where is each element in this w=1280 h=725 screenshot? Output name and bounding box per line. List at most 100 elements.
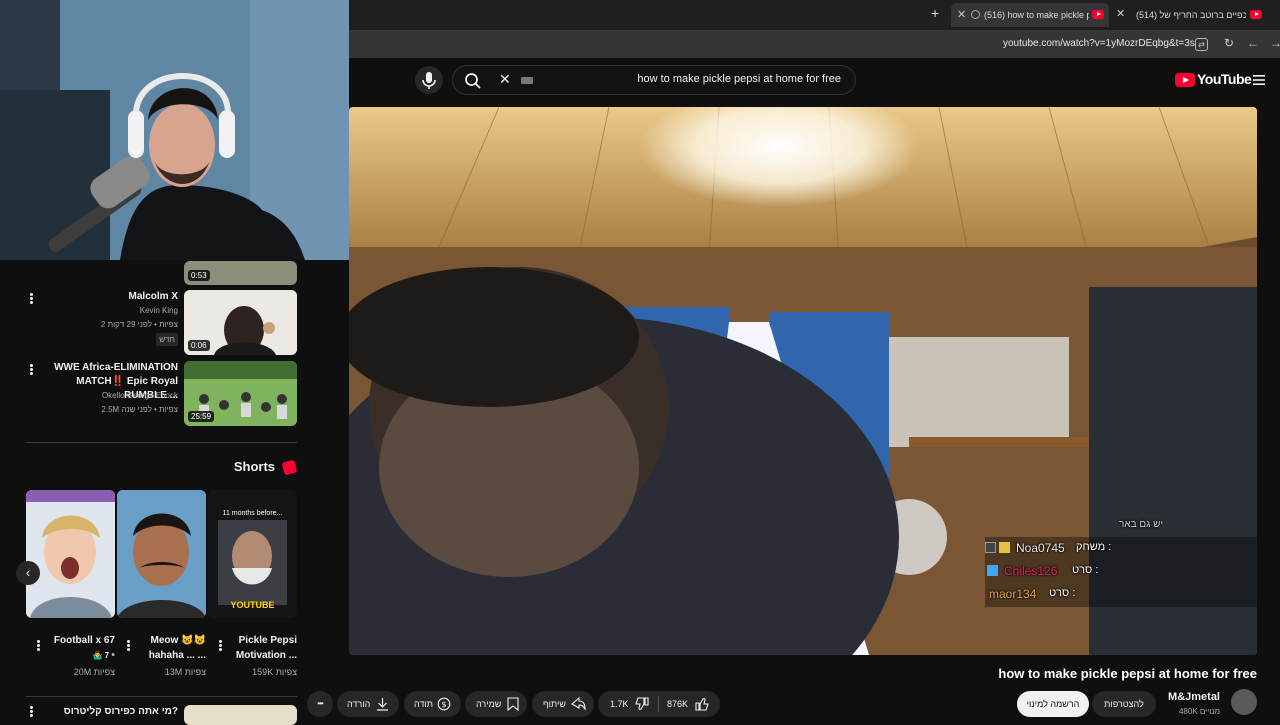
new-badge: חדש bbox=[156, 333, 178, 346]
like-count: 876K bbox=[667, 699, 689, 709]
tab-close-icon[interactable]: ✕ bbox=[1116, 7, 1125, 20]
thumbs-up-icon bbox=[695, 698, 709, 711]
tab-active[interactable]: ✕ (516) how to make pickle p bbox=[951, 3, 1109, 27]
thumbs-down-icon bbox=[635, 697, 649, 710]
youtube-logo-icon[interactable] bbox=[1175, 73, 1195, 87]
short-title-line[interactable]: Motivation ... bbox=[226, 648, 297, 663]
shorts-prev-button[interactable]: ‹ bbox=[16, 561, 40, 585]
crown-badge-icon bbox=[999, 542, 1010, 553]
search-icon[interactable] bbox=[463, 71, 483, 91]
video-title-line[interactable]: WWE Africa-ELIMINATION bbox=[40, 361, 178, 375]
share-button[interactable]: שיתוף bbox=[532, 691, 594, 717]
shorts-heading: Shorts bbox=[233, 459, 275, 474]
more-options-icon[interactable] bbox=[30, 706, 33, 717]
download-button[interactable]: הורדה bbox=[337, 691, 399, 717]
verified-badge-icon bbox=[987, 565, 998, 576]
chat-text: סרט : bbox=[1072, 564, 1099, 576]
duration-badge: 0:06 bbox=[188, 340, 210, 351]
tab-close-icon[interactable]: ✕ bbox=[957, 3, 966, 27]
short-title-line[interactable]: 🤷‍♂️ 7 ⁶ bbox=[44, 648, 115, 663]
download-label: הורדה bbox=[347, 699, 371, 709]
short-thumb-caption: 11 months before... bbox=[222, 510, 283, 517]
shorts-logo-icon bbox=[281, 459, 298, 476]
youtube-logo-text[interactable]: YouTube bbox=[1197, 71, 1252, 87]
forward-button[interactable]: → bbox=[1270, 36, 1280, 50]
divider bbox=[658, 696, 659, 712]
short-thumbnail[interactable]: 11 months before... YOUTUBE bbox=[208, 490, 297, 618]
translate-icon[interactable]: ⇄ bbox=[1195, 38, 1208, 51]
url-field[interactable]: youtube.com/watch?v=1yMozrDEqbg&t=3s bbox=[1003, 38, 1195, 49]
chat-text: סרט : bbox=[1049, 587, 1076, 599]
duration-badge: 0:53 bbox=[188, 270, 210, 281]
divider bbox=[26, 696, 297, 697]
more-options-icon[interactable] bbox=[127, 640, 130, 651]
chat-text: משחק : bbox=[1076, 541, 1112, 553]
youtube-header: ✕ how to make pickle pepsi at home for f… bbox=[349, 58, 1280, 106]
youtube-favicon-icon bbox=[1092, 10, 1104, 19]
thumbnail-image bbox=[117, 490, 206, 618]
webcam-feed bbox=[0, 0, 349, 260]
chat-user: Chiles126 bbox=[1004, 564, 1058, 578]
video-title: how to make pickle pepsi at home for fre… bbox=[998, 666, 1257, 681]
search-input[interactable]: ✕ how to make pickle pepsi at home for f… bbox=[452, 65, 856, 95]
bookmark-icon bbox=[507, 697, 519, 711]
dislike-button[interactable]: 1.7K bbox=[598, 691, 658, 717]
chat-header: יש גם באר bbox=[1119, 519, 1164, 530]
thanks-button[interactable]: תודה $ bbox=[404, 691, 461, 717]
audio-playing-icon bbox=[971, 10, 980, 19]
thanks-icon: $ bbox=[437, 697, 451, 711]
short-thumb-logo-text: YOUTUBE bbox=[230, 600, 275, 610]
like-button[interactable]: 876K bbox=[659, 691, 720, 717]
microphone-icon bbox=[422, 72, 436, 89]
tab-inactive[interactable]: (514) כפיים ברוטב החריף של bbox=[1132, 3, 1272, 27]
back-button[interactable]: ← bbox=[1247, 36, 1259, 50]
svg-text:$: $ bbox=[441, 700, 446, 709]
short-title-line[interactable]: hahaha ... ... bbox=[135, 648, 206, 663]
video-thumbnail[interactable]: 0:06 bbox=[184, 290, 297, 355]
divider bbox=[26, 442, 297, 443]
short-title-line[interactable]: Pickle Pepsi bbox=[226, 633, 297, 648]
share-label: שיתוף bbox=[543, 699, 566, 709]
short-title-line[interactable]: Meow 😺😺 bbox=[135, 633, 206, 648]
video-title[interactable]: מי אתה כפירוס קליטרוס? bbox=[40, 705, 178, 719]
video-meta: 2 צפיות • לפני 29 דקות bbox=[100, 320, 178, 329]
download-icon bbox=[377, 698, 388, 711]
short-thumbnail[interactable] bbox=[26, 490, 115, 618]
voice-search-button[interactable] bbox=[415, 66, 443, 94]
chat-avatar-icon bbox=[985, 542, 996, 553]
webcam-overlay bbox=[0, 0, 349, 260]
channel-avatar[interactable] bbox=[1231, 689, 1257, 715]
more-options-icon[interactable] bbox=[30, 364, 33, 375]
keyboard-icon[interactable] bbox=[521, 77, 533, 84]
new-tab-button[interactable]: + bbox=[931, 5, 939, 21]
video-thumbnail[interactable]: 25:59 bbox=[184, 361, 297, 426]
video-title[interactable]: Malcolm X bbox=[50, 290, 178, 304]
subscribe-button[interactable]: הרשמה למינוי bbox=[1017, 691, 1089, 717]
share-icon bbox=[571, 697, 586, 711]
short-views: 20M צפיות bbox=[73, 667, 115, 677]
youtube-favicon-icon bbox=[1250, 10, 1262, 19]
save-button[interactable]: שמירה bbox=[465, 691, 527, 717]
short-title-line[interactable]: Football x 67 bbox=[44, 633, 115, 648]
hamburger-menu-icon[interactable] bbox=[1253, 74, 1265, 86]
channel-name[interactable]: M&Jmetal bbox=[1150, 691, 1220, 703]
clear-search-icon[interactable]: ✕ bbox=[499, 71, 511, 88]
search-query-text: how to make pickle pepsi at home for fre… bbox=[637, 73, 841, 85]
thumbnail-image bbox=[26, 490, 115, 618]
more-options-icon[interactable] bbox=[219, 640, 222, 651]
more-actions-button[interactable]: ••• bbox=[307, 691, 333, 717]
video-player[interactable]: יש גם באר Noa0745 משחק : Chiles126 סרט :… bbox=[349, 107, 1257, 655]
join-button[interactable]: להצטרפות bbox=[1092, 691, 1156, 717]
video-thumbnail[interactable] bbox=[184, 705, 297, 725]
short-thumbnail[interactable] bbox=[117, 490, 206, 618]
tab-title: (514) כפיים ברוטב החריף של bbox=[1136, 10, 1246, 20]
duration-badge: 25:59 bbox=[188, 411, 215, 422]
channel-name[interactable]: Kevin King bbox=[50, 304, 178, 318]
reload-button[interactable]: ↻ bbox=[1224, 36, 1234, 50]
more-options-icon[interactable] bbox=[30, 293, 33, 304]
tab-title: (516) how to make pickle p bbox=[984, 10, 1089, 20]
video-thumbnail[interactable]: 0:53 bbox=[184, 261, 297, 285]
more-options-icon[interactable] bbox=[37, 640, 40, 651]
short-views: 13M צפיות bbox=[164, 667, 206, 677]
channel-name[interactable]: Okello George Enock bbox=[40, 389, 178, 403]
